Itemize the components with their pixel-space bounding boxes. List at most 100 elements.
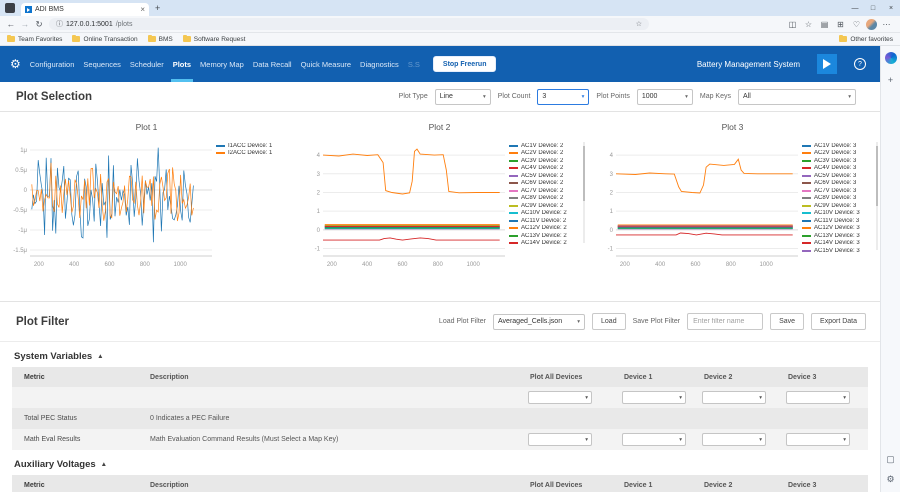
legend-item[interactable]: AC3V Device: 3: [802, 157, 878, 165]
legend-item[interactable]: AC11V Device: 3: [802, 217, 878, 225]
plot-points-select[interactable]: 1000 ▾: [636, 88, 693, 105]
legend-item[interactable]: AC5V Device: 2: [509, 172, 585, 180]
add-icon[interactable]: +: [884, 73, 897, 86]
save-filter-name-input[interactable]: [687, 313, 764, 330]
device-plot-select[interactable]: ▾: [622, 433, 686, 446]
map-keys-select[interactable]: All ▾: [738, 88, 856, 105]
settings-gear-icon[interactable]: ⚙: [10, 57, 21, 71]
chevron-down-icon: ▾: [581, 93, 585, 100]
back-icon[interactable]: ←: [4, 19, 18, 29]
help-icon[interactable]: ?: [854, 58, 866, 70]
favorite-item[interactable]: Software Request: [182, 34, 245, 43]
copilot-icon[interactable]: [884, 52, 897, 64]
window-maximize-button[interactable]: □: [864, 0, 882, 16]
extensions-icon[interactable]: ⊞: [834, 20, 847, 29]
legend-item[interactable]: AC4V Device: 2: [509, 165, 585, 173]
legend-item[interactable]: AC2V Device: 3: [802, 150, 878, 158]
nav-item-quick-measure[interactable]: Quick Measure: [301, 46, 351, 82]
legend-item[interactable]: AC3V Device: 2: [509, 157, 585, 165]
tab-strip: ADI BMS × + — □ ×: [0, 0, 900, 16]
legend-item[interactable]: AC10V Device: 2: [509, 210, 585, 218]
nav-item-sequences[interactable]: Sequences: [83, 46, 121, 82]
profile-avatar[interactable]: [866, 18, 877, 30]
table-header-row: Metric Description Plot All Devices Device …: [12, 475, 868, 492]
site-info-icon[interactable]: ⓘ: [56, 19, 63, 29]
new-tab-button[interactable]: +: [155, 3, 160, 13]
forward-icon[interactable]: →: [18, 19, 32, 29]
legend-item[interactable]: AC14V Device: 2: [509, 240, 585, 248]
legend-item[interactable]: AC1V Device: 3: [802, 142, 878, 150]
favorite-item[interactable]: BMS: [147, 34, 173, 43]
legend-item[interactable]: I2ACC Device: 1: [216, 150, 292, 158]
legend-item[interactable]: AC7V Device: 2: [509, 187, 585, 195]
legend-item[interactable]: AC13V Device: 3: [802, 232, 878, 240]
legend-item[interactable]: AC9V Device: 2: [509, 202, 585, 210]
window-minimize-button[interactable]: —: [846, 0, 864, 16]
devices-icon[interactable]: ▢: [884, 453, 897, 466]
plot-type-select[interactable]: Line ▾: [434, 88, 491, 105]
collapse-caret-icon[interactable]: ▲: [97, 353, 103, 360]
refresh-icon[interactable]: ↻: [32, 19, 46, 30]
plot-count-select[interactable]: 3 ▾: [537, 88, 590, 105]
collections-icon[interactable]: ▤: [818, 20, 831, 29]
favorites-star-icon[interactable]: ☆: [802, 20, 815, 29]
legend-item[interactable]: AC12V Device: 2: [509, 225, 585, 233]
legend-item[interactable]: AC4V Device: 3: [802, 165, 878, 173]
nav-item-scheduler[interactable]: Scheduler: [130, 46, 164, 82]
device-plot-select[interactable]: ▾: [528, 391, 592, 404]
more-menu-icon[interactable]: ⋯: [880, 20, 893, 29]
legend-item[interactable]: AC12V Device: 3: [802, 225, 878, 233]
favorite-item[interactable]: Online Transaction: [72, 34, 138, 43]
legend-item[interactable]: AC6V Device: 2: [509, 180, 585, 188]
legend-item[interactable]: AC9V Device: 3: [802, 202, 878, 210]
legend-item[interactable]: AC5V Device: 3: [802, 172, 878, 180]
save-button[interactable]: Save: [770, 313, 805, 330]
section-header-auxiliary-voltages[interactable]: Auxiliary Voltages ▲: [0, 450, 880, 475]
svg-text:400: 400: [655, 262, 666, 268]
load-button[interactable]: Load: [592, 313, 626, 330]
legend-item[interactable]: AC14V Device: 3: [802, 240, 878, 248]
legend-item[interactable]: AC2V Device: 2: [509, 150, 585, 158]
legend-swatch: [802, 249, 811, 252]
legend-item[interactable]: AC7V Device: 3: [802, 187, 878, 195]
legend-item[interactable]: AC8V Device: 2: [509, 195, 585, 203]
device-plot-select[interactable]: ▾: [528, 433, 592, 446]
url-path: /plots: [115, 20, 133, 28]
window-close-button[interactable]: ×: [882, 0, 900, 16]
load-plot-filter-select[interactable]: Averaged_Cells.json ▾: [493, 313, 586, 330]
legend-item[interactable]: AC13V Device: 2: [509, 232, 585, 240]
legend-item[interactable]: I1ACC Device: 1: [216, 142, 292, 150]
stop-freerun-button[interactable]: Stop Freerun: [432, 56, 497, 72]
settings-gear-icon[interactable]: ⚙: [884, 473, 897, 486]
device-plot-select[interactable]: ▾: [702, 433, 766, 446]
tab-close-icon[interactable]: ×: [140, 5, 145, 14]
nav-item-faint[interactable]: S.S: [408, 46, 420, 82]
legend-item[interactable]: AC1V Device: 2: [509, 142, 585, 150]
legend-item[interactable]: AC6V Device: 3: [802, 180, 878, 188]
legend-item[interactable]: AC8V Device: 3: [802, 195, 878, 203]
nav-item-configuration[interactable]: Configuration: [30, 46, 75, 82]
address-bar[interactable]: ⓘ 127.0.0.1:5001 /plots ☆: [49, 18, 649, 30]
add-favorite-star-icon[interactable]: ☆: [636, 20, 642, 28]
nav-item-data-recall[interactable]: Data Recall: [253, 46, 292, 82]
browser-essentials-icon[interactable]: ♡: [850, 20, 863, 29]
collapse-caret-icon[interactable]: ▲: [101, 461, 107, 468]
browser-tab[interactable]: ADI BMS ×: [21, 3, 149, 16]
legend-scrollbar[interactable]: [876, 142, 878, 250]
legend-item[interactable]: AC15V Device: 3: [802, 247, 878, 255]
nav-item-plots[interactable]: Plots: [170, 46, 194, 82]
favorite-item[interactable]: Team Favorites: [7, 34, 62, 43]
nav-item-memory-map[interactable]: Memory Map: [200, 46, 244, 82]
section-header-system-variables[interactable]: System Variables ▲: [0, 342, 880, 367]
device-plot-select[interactable]: ▾: [622, 391, 686, 404]
split-screen-icon[interactable]: ◫: [786, 20, 799, 29]
nav-item-diagnostics[interactable]: Diagnostics: [360, 46, 399, 82]
legend-scrollbar[interactable]: [583, 142, 585, 243]
other-favorites[interactable]: Other favorites: [839, 34, 893, 43]
device-plot-select[interactable]: ▾: [702, 391, 766, 404]
legend-item[interactable]: AC11V Device: 2: [509, 217, 585, 225]
legend-item[interactable]: AC10V Device: 3: [802, 210, 878, 218]
export-data-button[interactable]: Export Data: [811, 313, 866, 330]
device-plot-select[interactable]: ▾: [786, 391, 850, 404]
device-plot-select[interactable]: ▾: [786, 433, 850, 446]
